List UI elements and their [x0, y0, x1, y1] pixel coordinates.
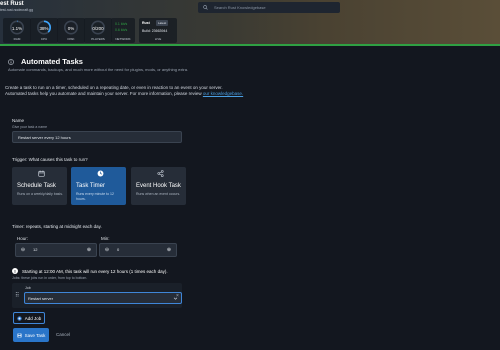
network-in: 0.1 kb/s [115, 22, 128, 26]
name-label: Name [12, 118, 25, 123]
trigger-event-desc: Runs when an event occurs. [136, 192, 181, 196]
cpu-value: 38% [39, 26, 49, 31]
job-select-value: Restart server [28, 295, 54, 301]
cpu-stat[interactable]: 38% CPU [30, 18, 58, 43]
cancel-button[interactable]: Cancel [56, 332, 70, 337]
disk-value: 0% [67, 26, 75, 31]
minute-decrement-button[interactable]: ⊖ [100, 244, 114, 256]
hour-decrement-button[interactable]: ⊖ [16, 244, 30, 256]
task-name-value: Restart server every 12 hours [18, 134, 71, 140]
players-stat[interactable]: 0/200 PLAYERS [84, 18, 112, 43]
players-label: PLAYERS [91, 37, 105, 41]
job-select[interactable]: Restart server [24, 292, 182, 304]
build-number: Build: 23663944 [142, 29, 168, 33]
hour-increment-button[interactable]: ⊕ [82, 244, 96, 256]
trigger-event-card[interactable]: Event Hook Task Runs when an event occur… [131, 167, 186, 205]
job-row: ⠿ Job Restart server [12, 283, 182, 308]
minute-value[interactable]: 0 [117, 247, 119, 252]
save-icon [17, 333, 22, 337]
knowledgebase-link[interactable]: our knowledgebase. [203, 91, 243, 96]
disk-label: DISK [67, 37, 75, 41]
trigger-label: Trigger: What causes this task to run? [12, 157, 88, 162]
trigger-schedule-desc: Runs on a weekly/daily basis. [17, 192, 63, 196]
cpu-label: CPU [40, 37, 48, 41]
trigger-timer-title: Task Timer [76, 183, 106, 189]
name-hint: Give your task a name [12, 125, 48, 129]
alert-icon: ! [12, 268, 18, 274]
server-header: est Rust test-rust.nodecraft.gg Search R… [0, 0, 500, 46]
network-out: 0.6 kb/s [115, 28, 128, 32]
trigger-schedule-title: Schedule Task [17, 183, 56, 189]
page-title: Automated Tasks [21, 57, 83, 66]
players-value: 0/200 [92, 26, 104, 31]
summary-text: Starting at 12:00 AM, this task will run… [22, 268, 168, 274]
version-stat[interactable]: Rust Latest Build: 23663944 LIVE [139, 18, 177, 43]
timer-summary: ! Starting at 12:00 AM, this task will r… [12, 268, 168, 274]
ram-label: RAM [13, 37, 21, 41]
trigger-timer-card[interactable]: Task Timer Runs every minute to 12 hours… [71, 167, 126, 205]
disk-stat[interactable]: 0% DISK [57, 18, 85, 43]
minute-increment-button[interactable]: ⊕ [162, 244, 176, 256]
hour-label: Hour: [17, 236, 29, 241]
trigger-event-title: Event Hook Task [136, 183, 181, 189]
intro-text: Create a task to run on a timer, schedul… [5, 85, 485, 97]
add-job-label: Add Job [24, 315, 42, 321]
intro-line-2: Automated tasks help you automate and ma… [5, 91, 485, 97]
intro-line-2-text: Automated tasks help you automate and ma… [5, 91, 202, 96]
timer-label: Timer: repeats, starting at midnight eac… [12, 224, 102, 229]
search-placeholder: Search Rust Knowledgebase [214, 5, 266, 10]
hour-value[interactable]: 12 [33, 247, 37, 252]
task-name-input[interactable]: Restart server every 12 hours [12, 131, 182, 143]
knowledgebase-search[interactable]: Search Rust Knowledgebase [198, 2, 340, 13]
minute-stepper[interactable]: ⊖ 0 ⊕ [99, 243, 177, 257]
trigger-schedule-card[interactable]: Schedule Task Runs on a weekly/daily bas… [12, 167, 67, 205]
drag-handle-icon[interactable]: ⠿ [15, 292, 19, 299]
info-icon [8, 58, 14, 65]
jobs-hint: Jobs: these jobs run in order, from top … [12, 276, 88, 280]
hour-stepper[interactable]: ⊖ 12 ⊕ [15, 243, 97, 257]
ram-value: 1.1% [11, 26, 23, 31]
calendar-icon [38, 170, 45, 177]
network-label: NETWORK [115, 37, 131, 41]
search-icon [203, 5, 208, 10]
version-chip: Latest [156, 20, 169, 26]
page-header: Automated Tasks [8, 57, 83, 66]
job-label: Job [25, 286, 31, 290]
clock-icon [97, 170, 104, 177]
server-address: test-rust.nodecraft.gg [0, 8, 34, 12]
add-job-button[interactable]: Add Job [13, 312, 45, 324]
save-task-button[interactable]: Save Task [13, 328, 49, 342]
live-label: LIVE [154, 37, 162, 41]
min-label: Min: [101, 236, 110, 241]
page-subtitle: Automate commands, backups, and much mor… [8, 67, 189, 72]
server-name: est Rust [0, 1, 24, 7]
trigger-timer-desc: Runs every minute to 12 hours. [76, 192, 114, 201]
network-stat[interactable]: 0.1 kb/s 0.6 kb/s NETWORK [111, 18, 135, 43]
share-icon [157, 170, 164, 177]
game-name: Rust [142, 21, 150, 25]
ram-stat[interactable]: 1.1% RAM [3, 18, 31, 43]
plus-circle-icon [17, 315, 22, 321]
save-task-label: Save Task [24, 332, 46, 338]
remove-job-button[interactable]: × [176, 293, 179, 299]
